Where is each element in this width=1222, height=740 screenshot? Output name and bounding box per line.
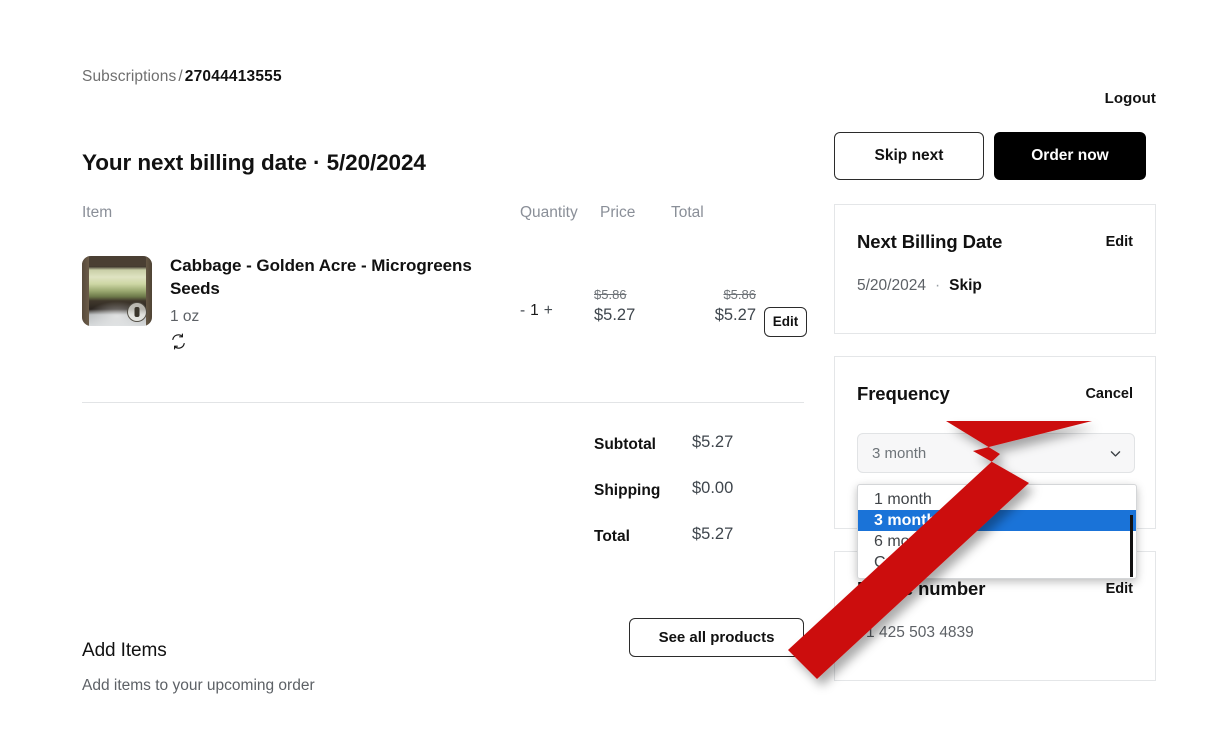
add-items-subtitle: Add items to your upcoming order xyxy=(82,677,315,694)
next-billing-date-value-row: 5/20/2024 · Skip xyxy=(857,277,1133,295)
logout-link[interactable]: Logout xyxy=(1105,90,1156,107)
price-original: $5.86 xyxy=(594,287,627,302)
product-info: Cabbage - Golden Acre - Microgreens Seed… xyxy=(170,254,500,350)
column-header-quantity: Quantity xyxy=(520,204,578,221)
page-title: Your next billing date · 5/20/2024 xyxy=(82,150,426,175)
totals-row-subtotal: Subtotal $5.27 xyxy=(82,428,804,474)
phone-number-title: Phone number xyxy=(857,578,986,599)
frequency-option-1-month[interactable]: 1 month xyxy=(858,489,1136,510)
value-separator: · xyxy=(934,277,941,294)
quantity-decrement-button[interactable]: - xyxy=(519,302,526,319)
quantity-increment-button[interactable]: + xyxy=(543,302,554,319)
order-summary-section: Your next billing date · 5/20/2024 Item … xyxy=(82,150,807,694)
shipping-value: $0.00 xyxy=(692,479,734,497)
frequency-select-value: 3 month xyxy=(872,445,927,462)
totals-row-shipping: Shipping $0.00 xyxy=(82,474,804,520)
section-divider xyxy=(82,402,804,403)
phone-number-value: +1 425 503 4839 xyxy=(857,624,974,641)
card-header: Phone number Edit xyxy=(857,578,1133,604)
breadcrumb: Subscriptions/27044413555 xyxy=(82,68,282,86)
chevron-down-icon xyxy=(1109,447,1122,460)
price-current: $5.27 xyxy=(594,305,636,324)
price-cell: $5.86 $5.27 xyxy=(594,286,656,326)
quantity-stepper[interactable]: -1 + xyxy=(519,302,554,320)
totals-section: Subtotal $5.27 Shipping $0.00 Total $5.2… xyxy=(82,428,804,566)
frequency-option-3-month[interactable]: 3 month xyxy=(858,510,1136,531)
watermark-badge-icon xyxy=(127,302,147,322)
column-header-price: Price xyxy=(600,204,636,221)
sidebar: Skip next Order now Next Billing Date Ed… xyxy=(834,132,1156,681)
subtotal-label: Subtotal xyxy=(594,436,656,453)
total-label: Total xyxy=(594,528,630,545)
frequency-card: Frequency Cancel 3 month 1 month 3 month… xyxy=(834,356,1156,579)
frequency-title: Frequency xyxy=(857,383,950,404)
totals-row-total: Total $5.27 xyxy=(82,520,804,566)
add-items-section: Add Items Add items to your upcoming ord… xyxy=(82,618,804,695)
next-billing-edit-button[interactable]: Edit xyxy=(1106,234,1133,250)
line-total-current: $5.27 xyxy=(714,305,756,324)
product-variant: 1 oz xyxy=(170,307,200,325)
frequency-option-custom[interactable]: Custom xyxy=(858,552,1136,573)
next-billing-date-value: 5/20/2024 xyxy=(857,277,926,294)
column-header-total: Total xyxy=(671,204,704,221)
line-total-cell: $5.86 $5.27 xyxy=(692,286,756,326)
shipping-label: Shipping xyxy=(594,482,661,499)
frequency-cancel-button[interactable]: Cancel xyxy=(1085,386,1133,402)
sidebar-actions: Skip next Order now xyxy=(834,132,1156,180)
table-row: Cabbage - Golden Acre - Microgreens Seed… xyxy=(82,242,807,384)
card-header: Frequency Cancel xyxy=(857,383,1133,409)
breadcrumb-parent-link[interactable]: Subscriptions xyxy=(82,68,176,85)
card-header: Next Billing Date Edit xyxy=(857,231,1133,257)
next-billing-date-card: Next Billing Date Edit 5/20/2024 · Skip xyxy=(834,204,1156,334)
phone-number-edit-button[interactable]: Edit xyxy=(1106,581,1133,597)
product-thumbnail xyxy=(82,256,152,326)
breadcrumb-separator: / xyxy=(178,68,183,85)
frequency-select[interactable]: 3 month xyxy=(857,433,1135,473)
frequency-option-6-month[interactable]: 6 month xyxy=(858,531,1136,552)
total-value: $5.27 xyxy=(692,525,734,543)
skip-link[interactable]: Skip xyxy=(949,277,982,294)
dropdown-scrollbar[interactable] xyxy=(1130,515,1133,577)
order-table-header: Item Quantity Price Total xyxy=(82,204,804,228)
see-all-products-button[interactable]: See all products xyxy=(629,618,804,657)
frequency-option-list[interactable]: 1 month 3 month 6 month Custom xyxy=(857,484,1137,579)
skip-next-button[interactable]: Skip next xyxy=(834,132,984,180)
recurring-arrows-icon xyxy=(170,333,187,350)
next-billing-date-title: Next Billing Date xyxy=(857,231,1003,252)
subtotal-value: $5.27 xyxy=(692,433,734,451)
column-header-item: Item xyxy=(82,204,113,221)
order-now-button[interactable]: Order now xyxy=(994,132,1146,180)
product-title[interactable]: Cabbage - Golden Acre - Microgreens Seed… xyxy=(170,254,500,301)
line-total-original: $5.86 xyxy=(723,287,756,302)
breadcrumb-current: 27044413555 xyxy=(184,68,282,85)
quantity-value: 1 xyxy=(530,302,539,319)
edit-item-button[interactable]: Edit xyxy=(764,307,807,337)
subscription-detail-page: Subscriptions/27044413555 Logout Your ne… xyxy=(0,0,1222,740)
